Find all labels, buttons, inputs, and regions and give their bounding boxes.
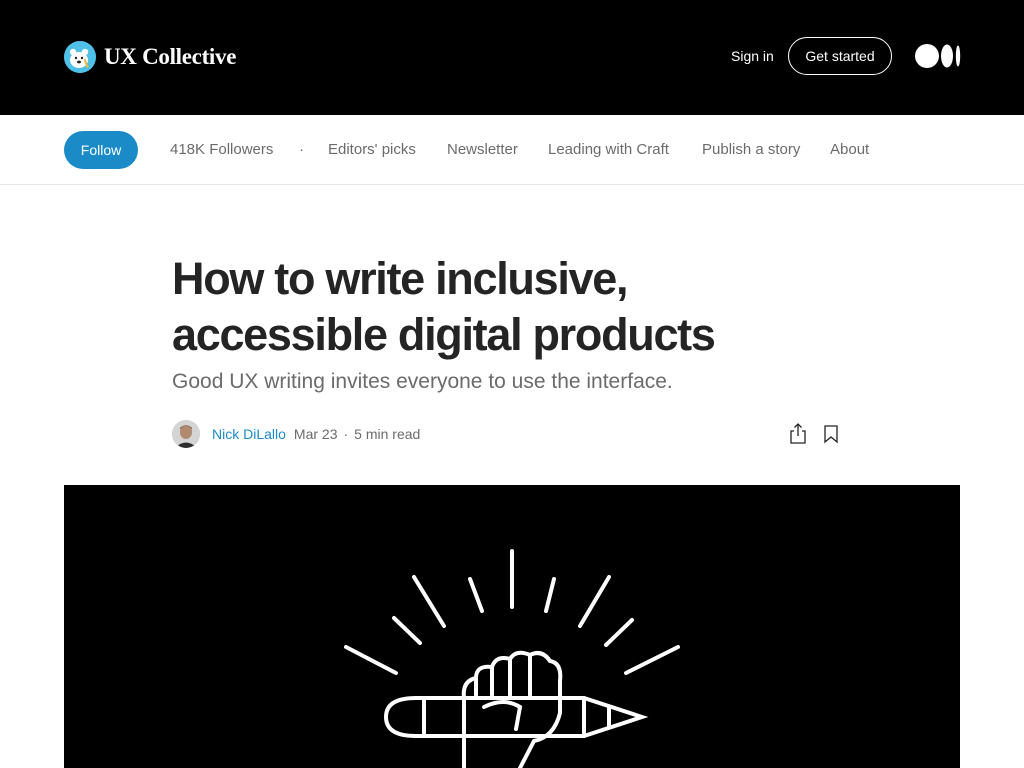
follow-button[interactable]: Follow bbox=[64, 131, 138, 169]
hero-image bbox=[64, 485, 960, 768]
nav-item-editors-picks[interactable]: Editors' picks bbox=[328, 141, 416, 158]
medium-logo-icon[interactable] bbox=[915, 44, 961, 68]
author-avatar[interactable] bbox=[172, 420, 200, 448]
article-subtitle: Good UX writing invites everyone to use … bbox=[172, 370, 673, 393]
nav-item-newsletter[interactable]: Newsletter bbox=[447, 141, 518, 158]
publish-date: Mar 23 bbox=[293, 426, 338, 442]
publication-name: UX Collective bbox=[104, 44, 237, 69]
followers-count[interactable]: 418K Followers bbox=[170, 141, 273, 158]
author-name-link[interactable]: Nick DiLallo bbox=[212, 426, 286, 442]
read-time: 5 min read bbox=[354, 426, 421, 442]
article-byline: Nick DiLallo Mar 23 · 5 min read bbox=[172, 420, 420, 448]
nav-item-about[interactable]: About bbox=[830, 141, 869, 158]
nav-item-leading-with-craft[interactable]: Leading with Craft bbox=[548, 141, 669, 158]
publication-nav: Follow 418K Followers · Editors' picks N… bbox=[0, 115, 1024, 185]
polar-bear-logo-icon bbox=[64, 41, 96, 73]
share-icon[interactable] bbox=[788, 422, 808, 444]
bookmark-icon[interactable] bbox=[822, 424, 840, 444]
nav-item-publish-a-story[interactable]: Publish a story bbox=[702, 141, 800, 158]
fist-holding-pencil-illustration bbox=[344, 549, 680, 768]
sign-in-link[interactable]: Sign in bbox=[731, 48, 774, 64]
site-header: UX Collective Sign in Get started bbox=[0, 0, 1024, 115]
publication-brand[interactable]: UX Collective bbox=[64, 41, 236, 73]
byline-separator: · bbox=[343, 426, 349, 442]
article-title: How to write inclusive, accessible digit… bbox=[172, 253, 716, 360]
nav-separator-dot: · bbox=[299, 141, 304, 158]
get-started-button[interactable]: Get started bbox=[788, 37, 892, 75]
